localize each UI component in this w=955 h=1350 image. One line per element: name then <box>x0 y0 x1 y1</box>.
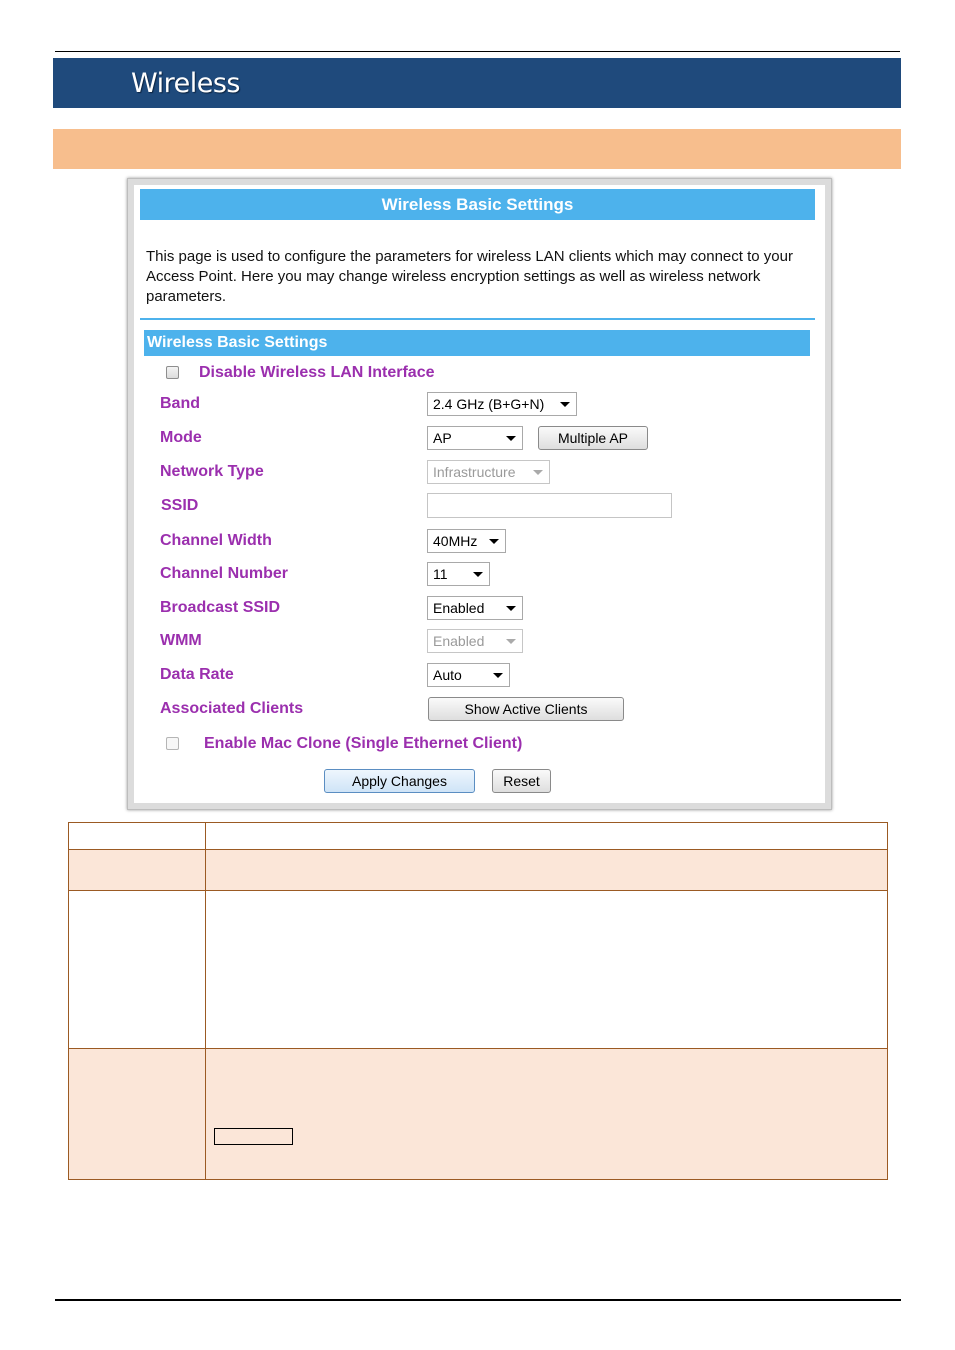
multiple-ap-button[interactable]: Multiple AP <box>538 426 648 450</box>
table-cell <box>68 849 206 891</box>
wmm-label: WMM <box>160 632 202 649</box>
table-row <box>68 1048 888 1180</box>
inline-figure-box <box>214 1128 293 1145</box>
data-rate-label: Data Rate <box>160 666 234 683</box>
page-title: Wireless Basic Settings <box>140 189 815 220</box>
table-cell <box>205 849 888 891</box>
network-type-select[interactable]: Infrastructure <box>427 460 550 484</box>
band-select[interactable]: 2.4 GHz (B+G+N) <box>427 392 577 416</box>
chevron-down-icon <box>506 436 516 441</box>
associated-clients-label: Associated Clients <box>160 700 304 717</box>
reset-button[interactable]: Reset <box>492 769 551 793</box>
header-rule <box>55 51 900 52</box>
data-rate-select[interactable]: Auto <box>427 663 510 687</box>
table-cell <box>68 822 206 850</box>
settings-page: Wireless Basic Settings This page is use… <box>134 185 825 803</box>
chevron-down-icon <box>493 673 503 678</box>
wmm-value: Enabled <box>433 633 485 649</box>
footer-rule <box>55 1299 901 1301</box>
disable-wireless-label: Disable Wireless LAN Interface <box>199 364 435 381</box>
chevron-down-icon <box>560 402 570 407</box>
intro-text: This page is used to configure the param… <box>146 248 793 305</box>
wmm-select[interactable]: Enabled <box>427 629 523 653</box>
sub-banner <box>53 129 901 169</box>
show-active-clients-button[interactable]: Show Active Clients <box>428 697 624 721</box>
table-cell <box>205 1048 888 1180</box>
mode-select[interactable]: AP <box>427 426 523 450</box>
ssid-label: SSID <box>161 497 199 514</box>
chevron-down-icon <box>533 470 543 475</box>
broadcast-ssid-value: Enabled <box>433 600 485 616</box>
channel-number-value: 11 <box>433 566 448 582</box>
chevron-down-icon <box>506 606 516 611</box>
channel-width-value: 40MHz <box>433 533 478 549</box>
divider <box>140 318 815 320</box>
table-cell <box>205 822 888 850</box>
apply-changes-button[interactable]: Apply Changes <box>324 769 475 793</box>
table-cell <box>205 890 888 1049</box>
section-banner: Wireless <box>53 58 901 108</box>
broadcast-ssid-select[interactable]: Enabled <box>427 596 523 620</box>
mac-clone-label: Enable Mac Clone (Single Ethernet Client… <box>204 735 523 752</box>
mac-clone-checkbox[interactable] <box>166 737 179 750</box>
channel-number-label: Channel Number <box>160 565 289 582</box>
network-type-label: Network Type <box>160 463 264 480</box>
network-type-value: Infrastructure <box>433 464 516 480</box>
chevron-down-icon <box>473 572 483 577</box>
mode-label: Mode <box>160 429 202 446</box>
broadcast-ssid-label: Broadcast SSID <box>160 599 281 616</box>
table-row <box>68 849 888 891</box>
screenshot-figure: Wireless Basic Settings This page is use… <box>127 178 832 810</box>
section-title: Wireless <box>131 68 240 99</box>
section-header: Wireless Basic Settings <box>144 330 810 356</box>
ssid-input[interactable] <box>427 493 672 518</box>
table-cell <box>68 1048 206 1180</box>
mode-value: AP <box>433 430 452 446</box>
channel-width-label: Channel Width <box>160 532 272 549</box>
disable-wireless-checkbox[interactable] <box>166 366 179 379</box>
parameter-table <box>68 822 888 1180</box>
table-header-row <box>68 822 888 850</box>
channel-number-select[interactable]: 11 <box>427 562 490 586</box>
data-rate-value: Auto <box>433 667 462 683</box>
chevron-down-icon <box>506 639 516 644</box>
chevron-down-icon <box>489 539 499 544</box>
table-row <box>68 890 888 1049</box>
band-value: 2.4 GHz (B+G+N) <box>433 396 545 412</box>
table-cell <box>68 890 206 1049</box>
band-label: Band <box>160 395 200 412</box>
channel-width-select[interactable]: 40MHz <box>427 529 506 553</box>
